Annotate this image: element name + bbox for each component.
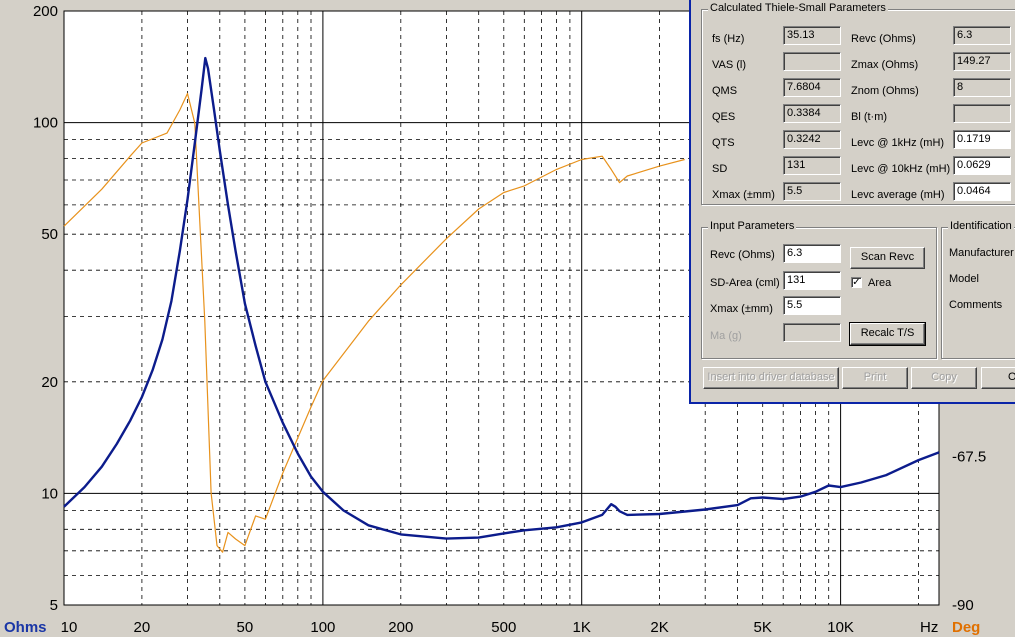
input-group-title: Input Parameters — [708, 220, 797, 232]
y-tick-label: 200 — [33, 3, 58, 20]
ts-levc-10k-field[interactable]: 0.0629 — [953, 156, 1011, 175]
ts-qts-field[interactable]: 0.3242 — [783, 130, 841, 149]
ts-bl-label: Bl (t·m) — [851, 111, 888, 123]
ts-xmax-field[interactable]: 5.5 — [783, 182, 841, 201]
area-checkbox-label: Area — [868, 277, 892, 289]
ts-qes-label: QES — [712, 111, 736, 123]
ts-fs-field[interactable]: 35.13 — [783, 26, 841, 45]
ts-levc-1k-label: Levc @ 1kHz (mH) — [851, 137, 945, 149]
recalc-ts-button[interactable]: Recalc T/S — [849, 322, 926, 346]
y-tick-label: 10 — [41, 485, 58, 502]
input-sd-area-field[interactable]: 131 — [783, 271, 841, 290]
ts-vas-field[interactable] — [783, 52, 841, 71]
ts-qms-label: QMS — [712, 85, 738, 97]
insert-into-database-button[interactable]: Insert into driver database — [703, 367, 839, 389]
x-tick-label: 50 — [237, 619, 254, 636]
phase-unit-label: Deg — [952, 619, 980, 636]
copy-button[interactable]: Copy — [911, 367, 977, 389]
ts-xmax-label: Xmax (±mm) — [712, 189, 775, 201]
ts-znom-field[interactable]: 8 — [953, 78, 1011, 97]
phase-tick-label: -90 — [952, 597, 974, 614]
phase-tick-label: -67.5 — [952, 449, 986, 466]
x-tick-label: 1K — [573, 619, 591, 636]
ident-group-title: Identification — [948, 220, 1014, 232]
ts-levc-avg-field[interactable]: 0.0464 — [953, 182, 1011, 201]
ts-levc-1k-field[interactable]: 0.1719 — [953, 130, 1011, 149]
y-tick-label: 5 — [50, 597, 58, 614]
ts-bl-field[interactable] — [953, 104, 1011, 123]
x-tick-label: 500 — [491, 619, 516, 636]
ts-sd-label: SD — [712, 163, 728, 175]
x-tick-label: 10K — [827, 619, 854, 636]
input-revc-label: Revc (Ohms) — [710, 249, 775, 261]
ts-qms-field[interactable]: 7.6804 — [783, 78, 841, 97]
ts-qes-field[interactable]: 0.3384 — [783, 104, 841, 123]
thiele-small-dialog: Calculated Thiele-Small Parameters fs (H… — [689, 0, 1015, 404]
x-tick-label: 2K — [650, 619, 668, 636]
ts-sd-field[interactable]: 131 — [783, 156, 841, 175]
y-tick-label: 50 — [41, 226, 58, 243]
ident-comments-label: Comments — [949, 299, 1003, 311]
input-sd-area-label: SD-Area (cml) — [710, 277, 780, 289]
ident-model-label: Model — [949, 273, 979, 285]
check-mark-icon: ✓ — [852, 277, 861, 288]
ident-manufacturer-label: Manufacturer — [949, 247, 1014, 259]
x-tick-label: 10 — [61, 619, 78, 636]
ts-revc-label: Revc (Ohms) — [851, 33, 916, 45]
ts-levc-avg-label: Levc average (mH) — [851, 189, 945, 201]
ts-revc-field[interactable]: 6.3 — [953, 26, 1011, 45]
y-tick-label: 100 — [33, 115, 58, 132]
ts-fs-label: fs (Hz) — [712, 33, 745, 45]
x-tick-label: 200 — [388, 619, 413, 636]
x-unit-label: Hz — [920, 619, 938, 636]
y-unit-label: Ohms — [4, 619, 47, 636]
scan-revc-button[interactable]: Scan Revc — [850, 247, 925, 269]
x-tick-label: 100 — [310, 619, 335, 636]
ts-zmax-label: Zmax (Ohms) — [851, 59, 919, 71]
ts-levc-10k-label: Levc @ 10kHz (mH) — [851, 163, 951, 175]
input-ma-label: Ma (g) — [710, 330, 742, 342]
y-tick-label: 20 — [41, 374, 58, 391]
ts-vas-label: VAS (l) — [712, 59, 747, 71]
input-ma-field[interactable] — [783, 323, 841, 342]
input-revc-field[interactable]: 6.3 — [783, 244, 841, 263]
x-tick-label: 20 — [134, 619, 151, 636]
input-xmax-field[interactable]: 5.5 — [783, 296, 841, 315]
ts-zmax-field[interactable]: 149.27 — [953, 52, 1011, 71]
input-xmax-label: Xmax (±mm) — [710, 303, 773, 315]
ts-group-title: Calculated Thiele-Small Parameters — [708, 2, 888, 14]
ok-button[interactable]: O — [981, 367, 1015, 389]
ts-qts-label: QTS — [712, 137, 735, 149]
area-checkbox[interactable]: ✓ — [851, 277, 862, 288]
print-button[interactable]: Print — [842, 367, 908, 389]
ts-znom-label: Znom (Ohms) — [851, 85, 919, 97]
x-tick-label: 5K — [754, 619, 772, 636]
